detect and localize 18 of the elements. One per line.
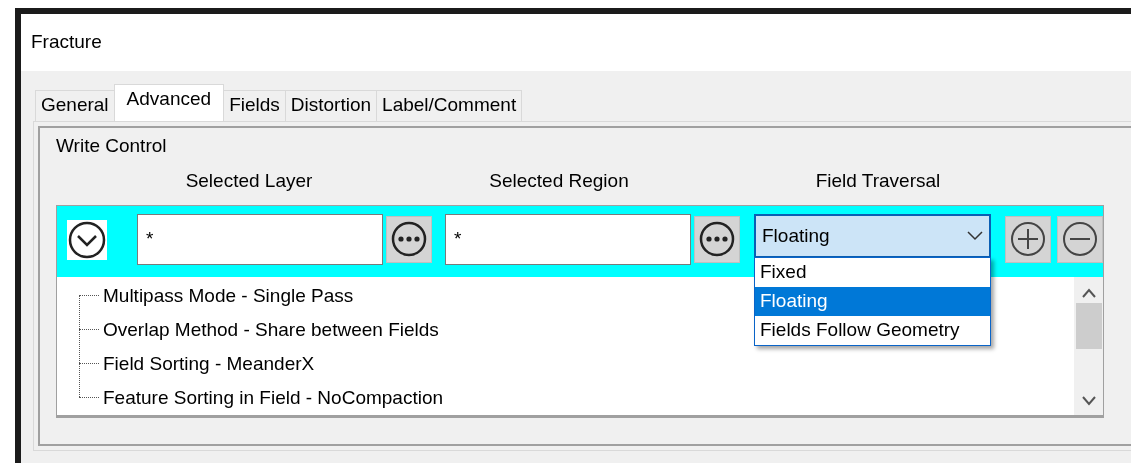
tree-item[interactable]: Multipass Mode - Single Pass bbox=[103, 281, 354, 311]
tree-item[interactable]: Feature Sorting in Field - NoCompaction bbox=[103, 383, 444, 413]
column-header: Selected Layer bbox=[184, 168, 314, 193]
tree-item[interactable]: Field Sorting - MeanderX bbox=[103, 349, 315, 379]
input-field[interactable]: * bbox=[137, 213, 383, 265]
tree-item[interactable]: Overlap Method - Share between Fields bbox=[103, 315, 439, 345]
tab[interactable]: Label/Comment bbox=[376, 90, 523, 121]
dropdown-option[interactable]: Fixed bbox=[755, 257, 990, 287]
input-field[interactable]: * bbox=[445, 213, 691, 265]
tab[interactable]: General bbox=[35, 90, 115, 121]
group-title: Write Control bbox=[56, 135, 167, 156]
dropdown[interactable]: Floating bbox=[754, 213, 991, 258]
window-title: Fracture bbox=[21, 14, 1131, 71]
column-header: Field Traversal bbox=[814, 168, 942, 193]
dropdown-option[interactable]: Floating bbox=[755, 286, 990, 316]
column-header: Selected Region bbox=[488, 168, 630, 193]
tab[interactable]: Advanced bbox=[113, 84, 225, 121]
dropdown-option[interactable]: Fields Follow Geometry bbox=[755, 315, 990, 345]
